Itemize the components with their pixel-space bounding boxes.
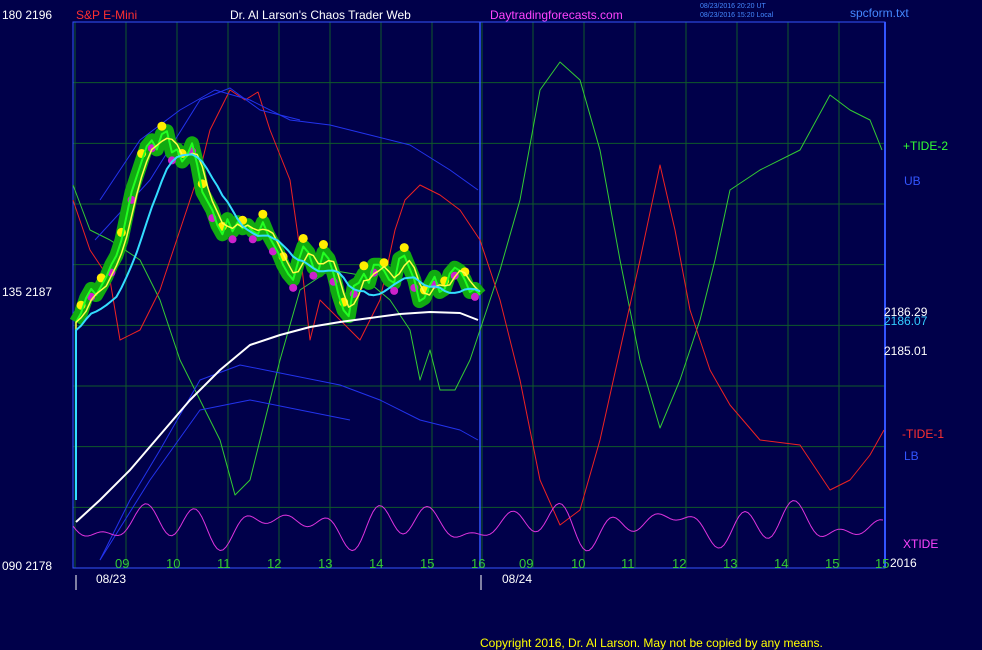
x-tick-label: 13	[723, 556, 737, 571]
timestamp-local: 08/23/2016 15:20 Local	[700, 12, 774, 19]
x-tick-label: 11	[621, 556, 635, 571]
low-dot	[289, 283, 298, 292]
site-link[interactable]: Daytradingforecasts.com	[490, 8, 623, 22]
x-tick-label: 15	[875, 556, 889, 571]
lower-band-line-2	[99, 399, 351, 561]
cyan-average-line	[75, 153, 481, 500]
high-dot	[359, 261, 369, 271]
x-tick-label: 09	[115, 556, 129, 571]
chaos-trader-chart: 180 2196 S&P E-Mini Dr. Al Larson's Chao…	[2, 3, 948, 650]
timestamp-ut: 08/23/2016 20:20 UT	[700, 3, 766, 10]
grid-lines	[72, 21, 886, 590]
low-dot	[390, 286, 399, 295]
tide-2-line	[72, 61, 883, 496]
chart-series	[69, 61, 885, 561]
copyright-text: Copyright 2016, Dr. Al Larson. May not b…	[480, 636, 823, 650]
x-tick-label: 16	[471, 556, 485, 571]
x-tick-label: 10	[571, 556, 585, 571]
top-left-axis-label: 180 2196	[2, 8, 52, 22]
x-tick-label: 12	[267, 556, 281, 571]
price-label-2: 2186.07	[884, 314, 928, 328]
price-label-3: 2185.01	[884, 344, 928, 358]
chart-window: 180 2196 S&P E-Mini Dr. Al Larson's Chao…	[0, 0, 982, 650]
high-dot	[399, 243, 409, 253]
price-glow	[69, 124, 486, 326]
site-title: Dr. Al Larson's Chaos Trader Web	[230, 8, 411, 22]
chart-labels: 180 2196 S&P E-Mini Dr. Al Larson's Chao…	[2, 3, 948, 650]
xtide-line	[72, 500, 884, 552]
high-dot	[157, 121, 167, 131]
instrument-title: S&P E-Mini	[76, 8, 137, 22]
high-dot	[298, 233, 308, 243]
low-dot	[309, 271, 318, 280]
tide2-label: +TIDE-2	[903, 139, 948, 153]
high-dot	[318, 240, 328, 250]
x-tick-labels: 09 10 11 12 13 14 15 16 09 10 11 12 13 14 15 15	[115, 556, 889, 571]
xtide-label: XTIDE	[903, 537, 938, 551]
ub-label: UB	[904, 174, 921, 188]
x-tick-label: 15	[825, 556, 839, 571]
x-tick-label: 15	[420, 556, 434, 571]
white-average-line	[75, 311, 479, 523]
x-tick-label: 14	[774, 556, 788, 571]
lb-label: LB	[904, 449, 919, 463]
mid-left-axis-label: 135 2187	[2, 285, 52, 299]
tide1-label: -TIDE-1	[902, 427, 944, 441]
x-tick-label: 09	[519, 556, 533, 571]
bottom-left-axis-label: 090 2178	[2, 559, 52, 573]
x-tick-label: 12	[672, 556, 686, 571]
date-label-1: 08/23	[96, 572, 126, 586]
low-dot	[470, 292, 479, 301]
lower-band-line	[99, 364, 479, 561]
x-tick-label: 14	[369, 556, 383, 571]
year-label: 2016	[890, 556, 917, 570]
file-label: spcform.txt	[850, 6, 909, 20]
date-label-2: 08/24	[502, 572, 532, 586]
x-tick-label: 13	[318, 556, 332, 571]
x-tick-label: 10	[166, 556, 180, 571]
x-tick-label: 11	[217, 556, 231, 571]
low-dot	[228, 235, 237, 244]
low-dot	[248, 235, 257, 244]
high-dot	[258, 209, 268, 219]
